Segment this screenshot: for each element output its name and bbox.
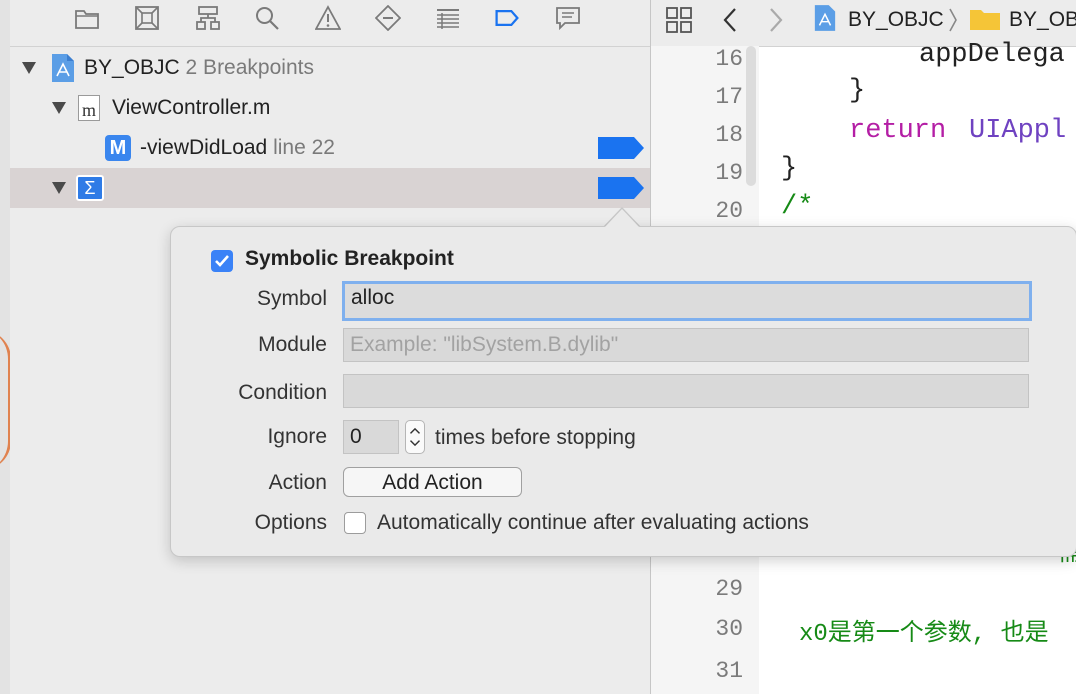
add-action-button[interactable]: Add Action xyxy=(343,467,522,497)
disclosure-triangle-icon[interactable] xyxy=(52,102,66,114)
symbol-input[interactable]: alloc xyxy=(342,281,1032,321)
forward-icon[interactable] xyxy=(767,6,785,34)
breakpoint-marker-icon[interactable] xyxy=(598,137,644,159)
line-number: 30 xyxy=(715,616,743,642)
stepper-arrows-icon xyxy=(409,427,421,447)
source-control-icon[interactable] xyxy=(132,4,162,32)
report-icon[interactable] xyxy=(553,4,583,32)
breakpoint-icon[interactable] xyxy=(492,4,522,32)
module-input[interactable]: Example: "libSystem.B.dylib" xyxy=(343,328,1029,362)
scrollbar-thumb[interactable] xyxy=(746,46,756,186)
file-row[interactable]: m ViewController.m xyxy=(10,88,650,128)
line-number: 17 xyxy=(715,84,743,110)
auto-continue-checkbox[interactable] xyxy=(344,512,366,534)
ignore-suffix: times before stopping xyxy=(435,426,636,449)
enabled-checkbox[interactable] xyxy=(211,250,233,272)
back-icon[interactable] xyxy=(721,6,739,34)
popover-title: Symbolic Breakpoint xyxy=(245,247,454,270)
code-comment: /* xyxy=(781,192,814,222)
code-line: appDelega xyxy=(919,40,1065,70)
method-line: line 22 xyxy=(273,136,335,159)
symbolic-icon: Σ xyxy=(76,175,104,201)
project-name: BY_OBJC 2 Breakpoints xyxy=(84,56,314,79)
disclosure-triangle-icon[interactable] xyxy=(22,62,36,74)
test-icon[interactable] xyxy=(373,4,403,32)
code-keyword: return xyxy=(849,116,947,146)
breakpoint-marker-icon[interactable] xyxy=(598,177,644,199)
line-number: 29 xyxy=(715,576,743,602)
project-file-icon xyxy=(52,54,74,82)
method-icon: M xyxy=(105,135,131,161)
code-class: UIAppl xyxy=(969,116,1067,146)
grid-icon[interactable] xyxy=(665,6,693,34)
project-file-icon xyxy=(814,5,836,31)
checkmark-icon xyxy=(215,255,229,267)
symbolic-breakpoint-row[interactable]: Σ xyxy=(10,168,650,208)
symbolic-breakpoint-popover: Symbolic Breakpoint Symbol alloc Module … xyxy=(170,226,1076,557)
condition-input[interactable] xyxy=(343,374,1029,408)
breakpoint-count: 2 Breakpoints xyxy=(185,56,314,79)
code-comment: x0是第一个参数, 也是 xyxy=(799,621,1049,648)
options-label: Options xyxy=(254,511,327,534)
line-number: 20 xyxy=(715,198,743,224)
symbol-label: Symbol xyxy=(256,287,327,310)
auto-continue-label: Automatically continue after evaluating … xyxy=(377,511,809,534)
breadcrumb-project[interactable]: BY_OBJC xyxy=(848,8,944,32)
navigator-toolbar xyxy=(10,0,650,47)
line-number: 18 xyxy=(715,122,743,148)
objc-file-icon: m xyxy=(78,95,100,121)
ignore-label: Ignore xyxy=(267,425,327,448)
action-label: Action xyxy=(268,471,327,494)
disclosure-triangle-icon[interactable] xyxy=(52,182,66,194)
file-name: ViewController.m xyxy=(112,96,271,119)
search-icon[interactable] xyxy=(252,4,282,32)
folder-icon[interactable] xyxy=(72,4,102,32)
popover-arrow-fill xyxy=(604,209,640,228)
code-line: } xyxy=(781,154,798,184)
warning-icon[interactable] xyxy=(313,4,343,32)
breadcrumb-folder[interactable]: BY_OB xyxy=(1009,8,1076,32)
condition-label: Condition xyxy=(238,381,327,404)
hierarchy-icon[interactable] xyxy=(193,4,223,32)
method-breakpoint-row[interactable]: M -viewDidLoad line 22 xyxy=(10,128,650,168)
ignore-stepper[interactable] xyxy=(405,420,425,454)
line-number: 31 xyxy=(715,658,743,684)
breadcrumb-separator-icon xyxy=(949,8,957,32)
line-number: 16 xyxy=(715,46,743,72)
line-number: 19 xyxy=(715,160,743,186)
ignore-count-input[interactable]: 0 xyxy=(343,420,399,454)
method-name: -viewDidLoad line 22 xyxy=(140,136,335,159)
module-label: Module xyxy=(258,333,327,356)
project-row[interactable]: BY_OBJC 2 Breakpoints xyxy=(10,48,650,88)
code-line: } xyxy=(849,76,866,106)
folder-icon xyxy=(970,10,1000,30)
debug-icon[interactable] xyxy=(433,4,463,32)
